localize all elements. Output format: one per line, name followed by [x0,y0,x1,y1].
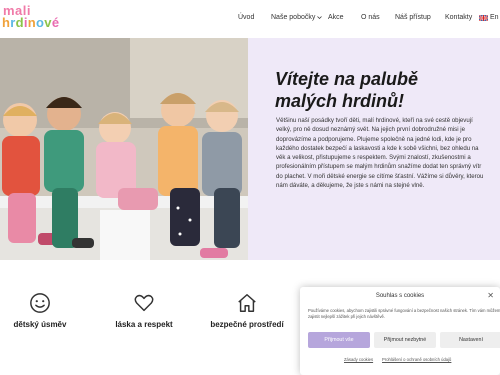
cookie-settings-button[interactable]: Nastavení [440,332,500,348]
language-switch[interactable]: En [490,14,499,21]
hero-text: Většinu naší posádky tvoří děti, malí hr… [276,117,484,190]
hero-title: Vítejte na palubě malých hrdinů! [275,69,419,111]
nav-item-uvod[interactable]: Úvod [238,14,254,21]
home-icon [238,294,256,312]
hero-panel: Vítejte na palubě malých hrdinů! Většinu… [248,38,500,260]
feature-heart: láska a respekt [89,292,199,342]
privacy-policy-link[interactable]: Prohlášení o ochraně osobních údajů [382,357,451,362]
nav-item-kontakty[interactable]: Kontakty [445,14,472,21]
nav-item-nas-pristup[interactable]: Náš přístup [395,14,431,21]
feature-label: dětský úsměv [13,320,67,329]
nav-item-akce[interactable]: Akce [328,14,344,21]
feature-label: bezpečné prostředí [210,320,284,329]
hero-photo [0,38,248,260]
cookie-banner: Souhlas s cookies ✕ Používáme cookies, a… [300,287,500,375]
nav-item-pobocky[interactable]: Naše pobočky [271,14,323,21]
accept-all-button[interactable]: Přijmout vše [308,332,370,348]
heart-icon [134,294,154,312]
chevron-down-icon [317,15,323,19]
uk-flag-icon[interactable] [479,15,488,21]
feature-home: bezpečné prostředí [192,292,302,342]
logo-line2: hrdinové [2,15,60,30]
cookie-text: Používáme cookies, abychom zajistili spr… [308,308,500,319]
accept-necessary-button[interactable]: Přijmout nezbytné [374,332,436,348]
cookie-title: Souhlas s cookies [375,293,425,299]
close-icon[interactable]: ✕ [487,291,494,300]
nav-item-pobocky-label: Naše pobočky [271,14,316,21]
logo[interactable]: mali hrdinové [0,2,60,32]
smile-icon [30,293,50,313]
site-header: mali hrdinové Úvod Naše pobočky Akce O n… [0,0,500,38]
nav-item-o-nas[interactable]: O nás [361,14,380,21]
feature-label: láska a respekt [115,320,173,329]
feature-smile: dětský úsměv [0,292,95,342]
cookie-policy-link[interactable]: Zásady cookies [344,357,373,362]
